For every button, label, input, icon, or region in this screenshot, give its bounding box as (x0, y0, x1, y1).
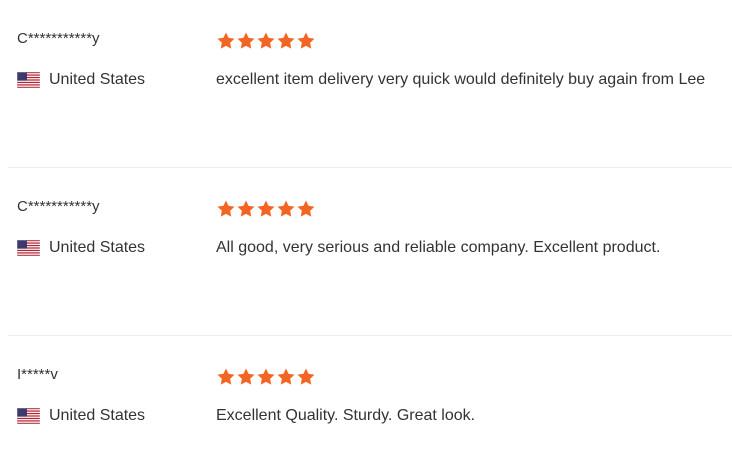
star-icon (276, 199, 296, 219)
review-comment: excellent item delivery very quick would… (216, 71, 706, 88)
star-icon (296, 367, 316, 387)
review-comment: Excellent Quality. Sturdy. Great look. (216, 407, 476, 424)
star-icon (236, 367, 256, 387)
reviewer-country: United States (17, 70, 145, 90)
star-icon (276, 31, 296, 51)
review-item: C***********y United States All good, ve… (8, 168, 732, 336)
star-icon (296, 199, 316, 219)
star-rating (216, 30, 316, 52)
star-icon (236, 31, 256, 51)
reviewer-country: United States (17, 238, 145, 258)
reviewer-country: United States (17, 406, 145, 426)
review-comment: All good, very serious and reliable comp… (216, 239, 661, 256)
review-list: C***********y United States excellent it… (0, 0, 732, 456)
star-icon (256, 367, 276, 387)
star-rating (216, 198, 316, 220)
star-icon (276, 367, 296, 387)
us-flag-icon (17, 240, 40, 256)
reviewer-name: I*****v (17, 366, 58, 383)
reviewer-name: C***********y (17, 30, 100, 47)
star-icon (256, 31, 276, 51)
star-rating (216, 366, 316, 388)
star-icon (236, 199, 256, 219)
reviewer-name: C***********y (17, 198, 100, 215)
review-item: C***********y United States excellent it… (8, 0, 732, 168)
star-icon (296, 31, 316, 51)
us-flag-icon (17, 72, 40, 88)
country-label: United States (49, 71, 146, 88)
star-icon (216, 31, 236, 51)
star-icon (216, 199, 236, 219)
star-icon (216, 367, 236, 387)
country-label: United States (49, 239, 146, 256)
star-icon (256, 199, 276, 219)
country-label: United States (49, 407, 146, 424)
review-item: I*****v United States Excellent Quality.… (8, 336, 732, 456)
us-flag-icon (17, 408, 40, 424)
